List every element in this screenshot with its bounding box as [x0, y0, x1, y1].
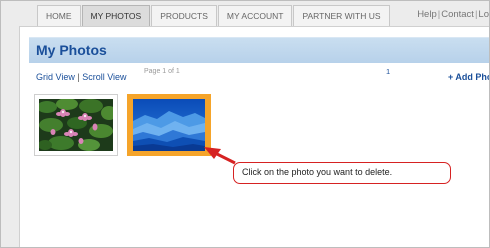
app-frame: HOME MY PHOTOS PRODUCTS MY ACCOUNT PARTN…: [0, 0, 490, 248]
pointer-arrow-icon: [204, 147, 236, 165]
